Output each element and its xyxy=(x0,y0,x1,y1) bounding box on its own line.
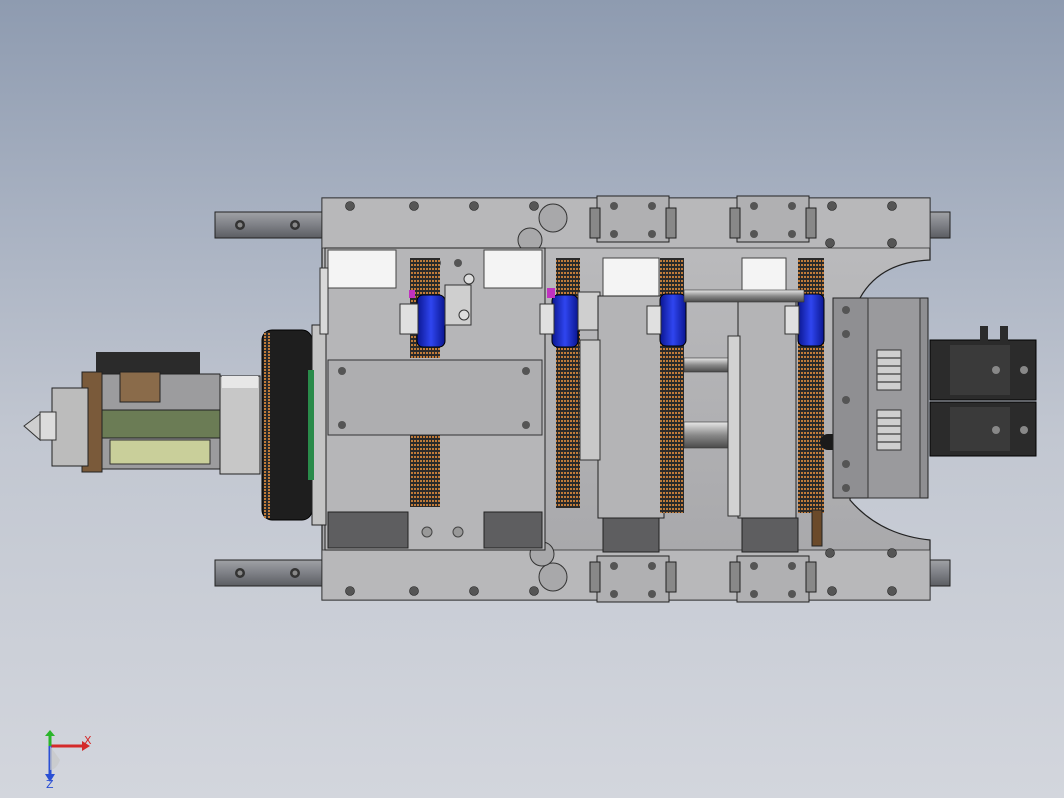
rail-carriage-2-bottom xyxy=(729,555,817,603)
large-drive-pulley xyxy=(261,267,329,526)
x-axis-label: X xyxy=(84,734,92,747)
end-effector-assembly xyxy=(23,352,261,475)
rail-carriage-1-top xyxy=(589,195,677,243)
coordinate-triad: X Z xyxy=(38,730,98,791)
servo-motor-top xyxy=(929,326,1037,401)
cad-model-assembly[interactable] xyxy=(0,0,1064,798)
coupling-mount-plate xyxy=(832,297,929,499)
roller-module-3 xyxy=(597,257,687,553)
rail-carriage-2-top xyxy=(729,195,817,243)
rail-carriage-1-bottom xyxy=(589,555,677,603)
cad-viewport[interactable]: X Z xyxy=(0,0,1064,798)
servo-motor-bottom xyxy=(929,401,1037,457)
z-axis-label: Z xyxy=(46,778,54,791)
